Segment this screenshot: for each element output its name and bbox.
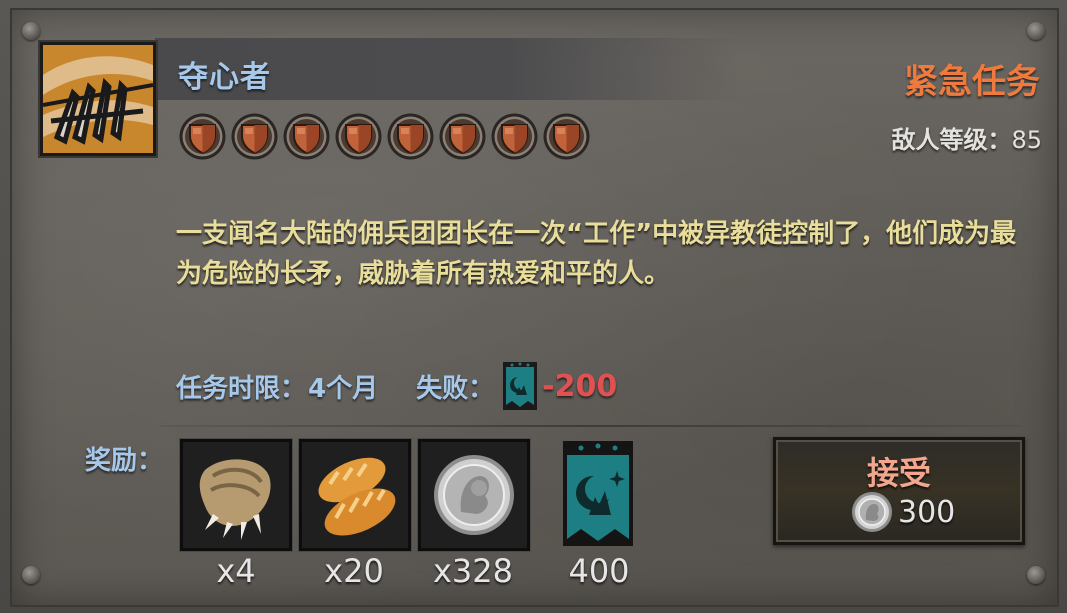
accept-label: 接受 [866,454,931,492]
enemy-level-value: 85 [1011,126,1042,154]
difficulty-shield-icon [439,113,486,160]
reward-qty-faction-banner: 400 [568,552,630,590]
reward-qty-silver-coin: x328 [432,552,513,590]
accept-cost-value: 300 [898,494,956,530]
quest-description: 一支闻名大陆的佣兵团团长在一次“工作”中被异教徒控制了，他们成为最为危险的长矛，… [176,219,1017,289]
enemy-portrait [40,42,156,156]
silver-coin-icon [852,492,892,532]
reward-slot-silver-coin[interactable] [418,439,530,551]
reward-slot-bread[interactable] [299,439,411,551]
difficulty-shield-icon [335,113,382,160]
difficulty-shield-icon [231,113,278,160]
quest-title: 夺心者 [178,60,271,95]
difficulty-shield-icon [283,113,330,160]
rivet-bottom-left [22,566,40,584]
rivet-bottom-right [1027,566,1045,584]
reward-qty-bread: x20 [324,552,384,590]
difficulty-shield-icon [179,113,226,160]
reward-qty-beast-paw: x4 [216,552,256,590]
bread-icon [302,442,408,548]
spiked-barricade-icon [42,45,154,153]
difficulty-shield-icon [387,113,434,160]
time-limit-value: 4个月 [308,373,379,404]
rivet-top-left [22,22,40,40]
faction-banner-icon [503,362,538,410]
enemy-level: 敌人等级：85 [891,120,1042,155]
enemy-level-label: 敌人等级： [891,126,1012,154]
accept-cost: 300 [850,490,955,534]
urgent-quest-tag: 紧急任务 [904,62,1040,102]
faction-banner-icon [563,441,633,546]
accept-button[interactable]: 接受 300 [773,437,1025,545]
rewards-label: 奖励： [85,446,164,476]
reward-slot-faction-banner[interactable] [563,441,633,546]
quest-meta: 任务时限： 4个月 失败： -200 [176,362,618,410]
divider [160,425,1020,427]
reward-slot-beast-paw[interactable] [180,439,292,551]
difficulty-rating [178,112,591,161]
silver-coin-icon [421,442,527,548]
difficulty-shield-icon [491,113,538,160]
time-limit-label: 任务时限： [176,373,307,404]
beast-paw-icon [183,442,289,548]
rivet-top-right [1027,22,1045,40]
difficulty-shield-icon [543,113,590,160]
fail-label: 失败： [416,373,495,404]
fail-penalty: -200 [542,368,618,404]
